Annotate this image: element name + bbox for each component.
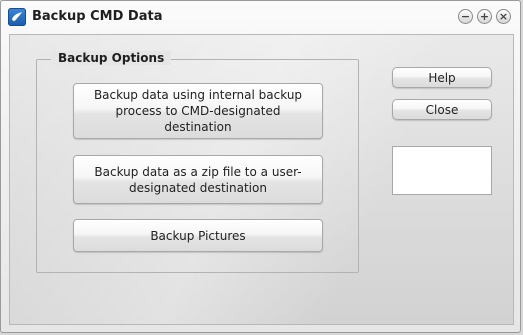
close-button[interactable]: Close [392, 99, 492, 120]
zip-backup-button[interactable]: Backup data as a zip file to a user-desi… [73, 155, 323, 204]
client-area: Backup Options Backup data using interna… [9, 34, 514, 325]
window-title: Backup CMD Data [32, 9, 163, 24]
internal-backup-button[interactable]: Backup data using internal backup proces… [73, 83, 323, 139]
group-title: Backup Options [51, 51, 172, 65]
backup-cmd-data-window: Backup CMD Data − + × Backup Options Bac… [0, 0, 521, 333]
backup-pictures-button[interactable]: Backup Pictures [73, 219, 323, 252]
title-bar[interactable]: Backup CMD Data − + × [1, 1, 520, 33]
info-display-box [392, 146, 492, 195]
backup-options-group: Backup Options Backup data using interna… [36, 51, 359, 273]
close-window-button[interactable]: × [496, 9, 511, 24]
app-icon [8, 8, 26, 26]
maximize-button[interactable]: + [477, 9, 492, 24]
help-button[interactable]: Help [392, 67, 492, 88]
minimize-button[interactable]: − [458, 9, 473, 24]
